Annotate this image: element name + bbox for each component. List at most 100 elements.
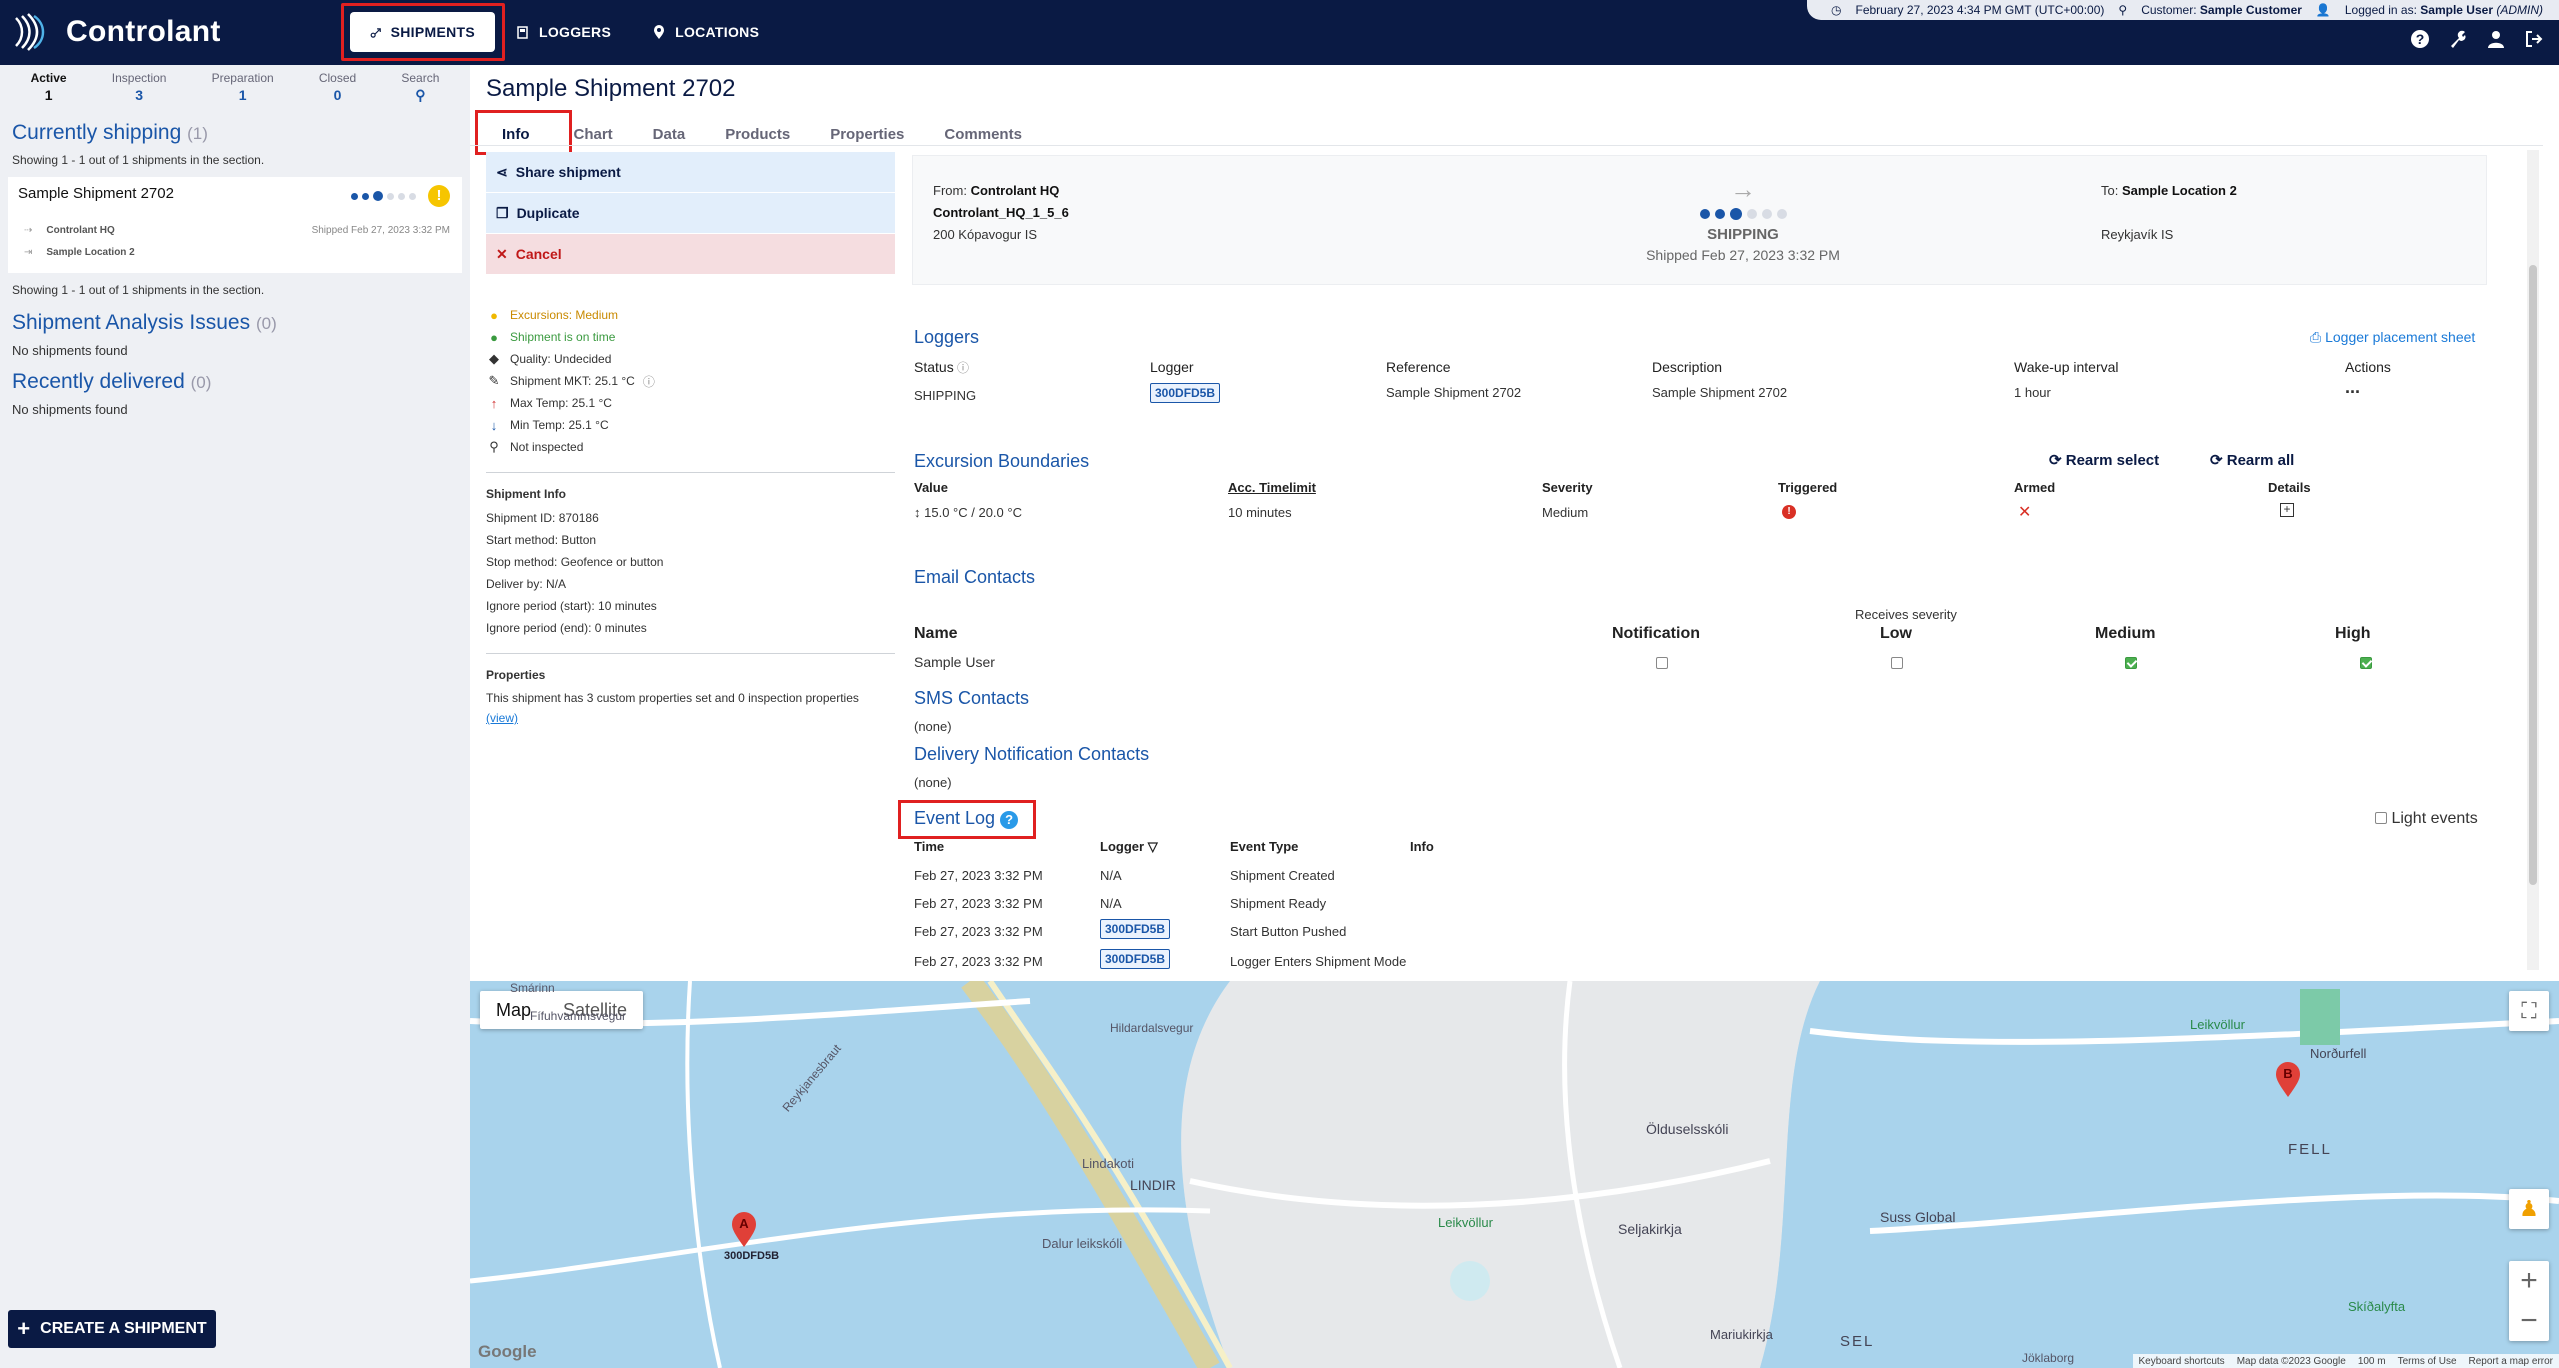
info-line: Deliver by: N/A xyxy=(486,577,567,591)
tab-closed[interactable]: Closed 0 xyxy=(319,71,356,103)
arrow-in-icon: ⇥ xyxy=(24,247,33,258)
share-shipment-button[interactable]: ⋖ Share shipment xyxy=(486,152,895,192)
tab-search[interactable]: Search ⚲ xyxy=(401,71,439,103)
event-logger: N/A xyxy=(1100,868,1122,883)
zoom-in-icon[interactable]: + xyxy=(2520,1261,2538,1301)
clock-icon: ● xyxy=(490,329,498,345)
nav-loggers[interactable]: LOGGERS xyxy=(495,12,631,52)
col-info: Info xyxy=(1410,839,1434,854)
notification-checkbox[interactable] xyxy=(1656,657,1668,669)
event-logger-chip[interactable]: 300DFD5B xyxy=(1100,919,1171,939)
tab-products[interactable]: Products xyxy=(705,126,810,155)
terms-link[interactable]: Terms of Use xyxy=(2398,1356,2457,1367)
keyboard-shortcuts-link[interactable]: Keyboard shortcuts xyxy=(2139,1356,2225,1367)
light-events-toggle[interactable]: Light events xyxy=(2375,810,2478,828)
search-icon: ⚲ xyxy=(489,439,499,454)
light-events-checkbox[interactable] xyxy=(2375,812,2387,824)
receives-severity: Receives severity xyxy=(1855,607,1957,622)
rearm-select-button[interactable]: ⟳ Rearm select xyxy=(2049,451,2159,469)
map-marker-b[interactable]: B xyxy=(2274,1061,2302,1097)
clock-icon: ◷ xyxy=(1831,3,1842,17)
map[interactable]: Map Satellite ⛶ ♟ + − A 300DFD5B B Linda… xyxy=(470,981,2559,1368)
user-icon[interactable] xyxy=(2485,28,2507,50)
col-event-logger[interactable]: Logger ▽ xyxy=(1100,839,1158,855)
high-checkbox[interactable] xyxy=(2360,657,2372,669)
low-checkbox[interactable] xyxy=(1891,657,1903,669)
map-label: Fífuhvammsvegur xyxy=(530,1009,627,1023)
rearm-all-button[interactable]: ⟳ Rearm all xyxy=(2210,451,2294,469)
close-icon: ✕ xyxy=(2018,504,2032,521)
info-line: Ignore period (start): 10 minutes xyxy=(486,599,657,613)
map-label: Mariukirkja xyxy=(1710,1327,1773,1342)
map-label: Hildardalsvegur xyxy=(1110,1021,1194,1035)
col-actions: Actions xyxy=(2345,359,2391,375)
route-from: From: Controlant HQ Controlant_HQ_1_5_6 … xyxy=(933,183,1069,242)
pegman-icon[interactable]: ♟ xyxy=(2509,1189,2549,1229)
col-name: Name xyxy=(914,625,958,642)
sidebar: Active 1 Inspection 3 Preparation 1 Closed 0… xyxy=(0,65,470,1368)
logger-placement-link[interactable]: ⎙ Logger placement sheet xyxy=(2310,329,2475,346)
copy-icon: ❐ xyxy=(496,204,509,221)
report-error-link[interactable]: Report a map error xyxy=(2469,1356,2553,1367)
route-status: → SHIPPING Shipped Feb 27, 2023 3:32 PM xyxy=(1593,176,1893,263)
card-to: ⇥ Sample Location 2 xyxy=(24,247,135,258)
event-type: Shipment Ready xyxy=(1230,896,1327,911)
scrollbar[interactable] xyxy=(2527,150,2539,970)
delivered-title: Recently delivered (0) xyxy=(12,370,212,393)
delivered-empty: No shipments found xyxy=(12,402,128,417)
sms-title: SMS Contacts xyxy=(914,688,1030,708)
tab-preparation[interactable]: Preparation 1 xyxy=(212,71,274,103)
plus-icon: + xyxy=(17,1316,31,1341)
logged-in-as: Logged in as: Sample User (ADMIN) xyxy=(2344,3,2543,17)
event-time: Feb 27, 2023 3:32 PM xyxy=(914,868,1043,883)
help-icon[interactable]: ? xyxy=(2409,28,2431,50)
more-actions-icon[interactable]: ... xyxy=(2345,377,2360,398)
col-triggered: Triggered xyxy=(1778,480,1838,495)
customer: Customer: Sample Customer xyxy=(2141,3,2302,17)
wrench-icon[interactable] xyxy=(2447,28,2469,50)
event-logger-chip[interactable]: 300DFD5B xyxy=(1100,949,1171,969)
route-card: From: Controlant HQ Controlant_HQ_1_5_6 … xyxy=(912,155,2487,285)
status-bar: ◷ February 27, 2023 4:34 PM GMT (UTC+00:… xyxy=(1807,0,2559,20)
logo[interactable]: Controlant xyxy=(10,10,221,54)
tab-active[interactable]: Active 1 xyxy=(31,71,67,103)
medium-checkbox[interactable] xyxy=(2125,657,2137,669)
close-icon: ✕ xyxy=(496,245,508,262)
email-title: Email Contacts xyxy=(914,567,1036,587)
stat-min-temp: ↓ Min Temp: 25.1 °C xyxy=(486,414,895,436)
tab-properties[interactable]: Properties xyxy=(810,126,924,155)
contact-name: Sample User xyxy=(914,654,995,670)
col-description: Description xyxy=(1652,359,1723,375)
create-shipment-button[interactable]: + CREATE A SHIPMENT xyxy=(8,1310,216,1348)
expand-details-icon[interactable]: + xyxy=(2280,503,2294,517)
map-label: Dalur leikskóli xyxy=(1042,1236,1123,1251)
map-label: Smárinn xyxy=(510,981,555,995)
col-logger: Logger xyxy=(1150,359,1194,375)
tab-inspection[interactable]: Inspection 3 xyxy=(112,71,167,103)
logger-chip[interactable]: 300DFD5B xyxy=(1150,383,1221,403)
col-medium: Medium xyxy=(2095,625,2156,642)
shipment-card[interactable]: Sample Shipment 2702 ! ⇢ Controlant HQ ⇥ S… xyxy=(8,177,462,273)
warning-icon: ! xyxy=(428,185,450,207)
zoom-out-icon[interactable]: − xyxy=(2520,1301,2538,1341)
stat-on-time: ● Shipment is on time xyxy=(486,326,895,348)
showing-text-2: Showing 1 - 1 out of 1 shipments in the … xyxy=(12,283,265,297)
tab-comments[interactable]: Comments xyxy=(924,126,1042,155)
view-properties-link[interactable]: (view) xyxy=(486,708,895,728)
highlight-box xyxy=(341,3,505,61)
pen-icon: ✎ xyxy=(488,373,500,388)
tab-data[interactable]: Data xyxy=(633,126,706,155)
search-icon: ⚲ xyxy=(415,87,426,103)
nav-locations[interactable]: LOCATIONS xyxy=(631,12,779,52)
duplicate-button[interactable]: ❐ Duplicate xyxy=(486,193,895,233)
excursion-value: ↕ 15.0 °C / 20.0 °C xyxy=(914,505,1022,520)
google-logo: Google xyxy=(478,1342,537,1361)
arrow-up-icon: ↑ xyxy=(490,395,498,411)
cancel-button[interactable]: ✕ Cancel xyxy=(486,234,895,274)
stat-inspected: ⚲ Not inspected xyxy=(486,436,895,458)
nav-locations-label: LOCATIONS xyxy=(675,24,760,40)
map-label: Leikvöllur xyxy=(1438,1215,1493,1230)
fullscreen-icon[interactable]: ⛶ xyxy=(2509,991,2549,1031)
map-marker-a[interactable]: A xyxy=(730,1211,758,1247)
logout-icon[interactable] xyxy=(2523,28,2545,50)
